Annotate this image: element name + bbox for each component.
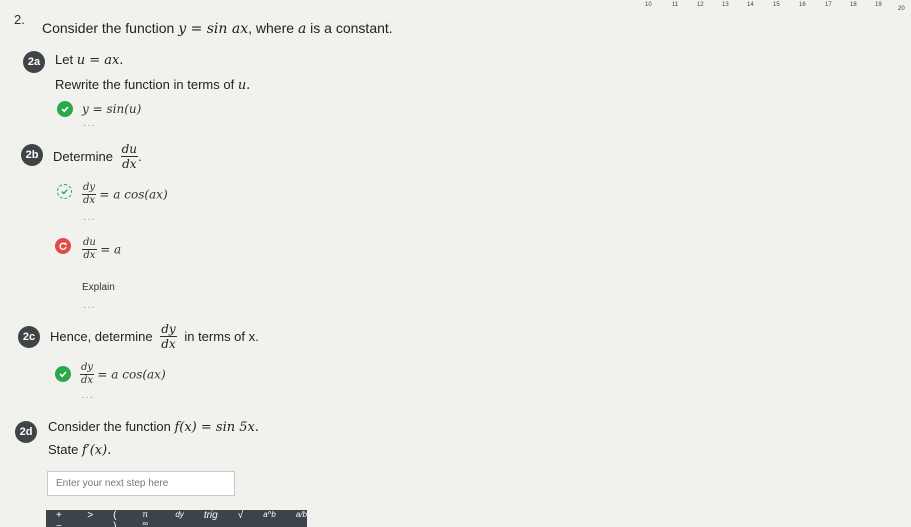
toolbar-constants[interactable]: π ∞: [142, 510, 155, 527]
toolbar-brackets[interactable]: ( ): [113, 510, 122, 527]
ruler-mark: 13: [722, 2, 729, 8]
question-number: 2.: [14, 12, 25, 27]
ruler-mark: 14: [747, 2, 754, 8]
next-step-input[interactable]: Enter your next step here: [47, 471, 235, 496]
toolbar-plus-minus[interactable]: +−: [56, 510, 67, 527]
math-toolbar: +− > ( ) π ∞ dy trig √ a^b a/b: [46, 510, 307, 527]
question-equation: y = sin ax: [178, 21, 249, 37]
function-statement: Consider the function f(x) = sin 5x.: [48, 419, 259, 435]
ruler-mark: 12: [697, 2, 704, 8]
badge-2a: 2a: [23, 51, 45, 73]
toolbar-root[interactable]: √: [238, 510, 244, 521]
more-options[interactable]: ···: [83, 214, 96, 225]
ruler-mark: 19: [875, 2, 882, 8]
ruler-mark: 18: [850, 2, 857, 8]
let-statement: Let u = ax.: [55, 52, 124, 68]
answer-2c[interactable]: dy dx = a cos(ax): [80, 363, 166, 386]
hence-prompt: Hence, determine dy dx in terms of x.: [50, 322, 259, 351]
toolbar-power[interactable]: a^b: [263, 510, 276, 519]
toolbar-fraction[interactable]: a/b: [296, 510, 307, 519]
ruler-mark: 11: [672, 2, 679, 8]
fraction-du-dx: du dx: [120, 142, 139, 171]
step-2b-2[interactable]: du dx = a: [82, 238, 121, 261]
badge-2b: 2b: [21, 144, 43, 166]
check-icon: [55, 366, 71, 382]
partial-check-icon: [57, 184, 72, 199]
ruler-mark: 20: [898, 6, 905, 12]
explain-link[interactable]: Explain: [82, 282, 115, 293]
state-prompt: State f′(x).: [48, 442, 112, 458]
ruler-mark: 15: [773, 2, 780, 8]
rewrite-instruction: Rewrite the function in terms of u.: [55, 77, 251, 93]
check-icon: [57, 101, 73, 117]
badge-2d: 2d: [15, 421, 37, 443]
answer-2a[interactable]: y = sin(u): [82, 102, 141, 116]
more-options[interactable]: ···: [83, 120, 96, 131]
more-options[interactable]: ···: [83, 302, 96, 313]
toolbar-trig[interactable]: trig: [204, 510, 218, 521]
toolbar-derivative[interactable]: dy: [175, 510, 183, 519]
ruler-mark: 10: [645, 2, 652, 8]
step-2b-1[interactable]: dy dx = a cos(ax): [82, 183, 168, 206]
retry-icon: [55, 238, 71, 254]
toolbar-inequality[interactable]: >: [87, 510, 93, 521]
fraction-dy-dx: dy dx: [160, 322, 177, 351]
ruler-mark: 16: [799, 2, 806, 8]
question-text: Consider the function y = sin ax, where …: [42, 20, 393, 37]
ruler-mark: 17: [825, 2, 832, 8]
badge-2c: 2c: [18, 326, 40, 348]
determine-prompt: Determine du dx .: [53, 142, 142, 171]
more-options[interactable]: ···: [81, 392, 94, 403]
